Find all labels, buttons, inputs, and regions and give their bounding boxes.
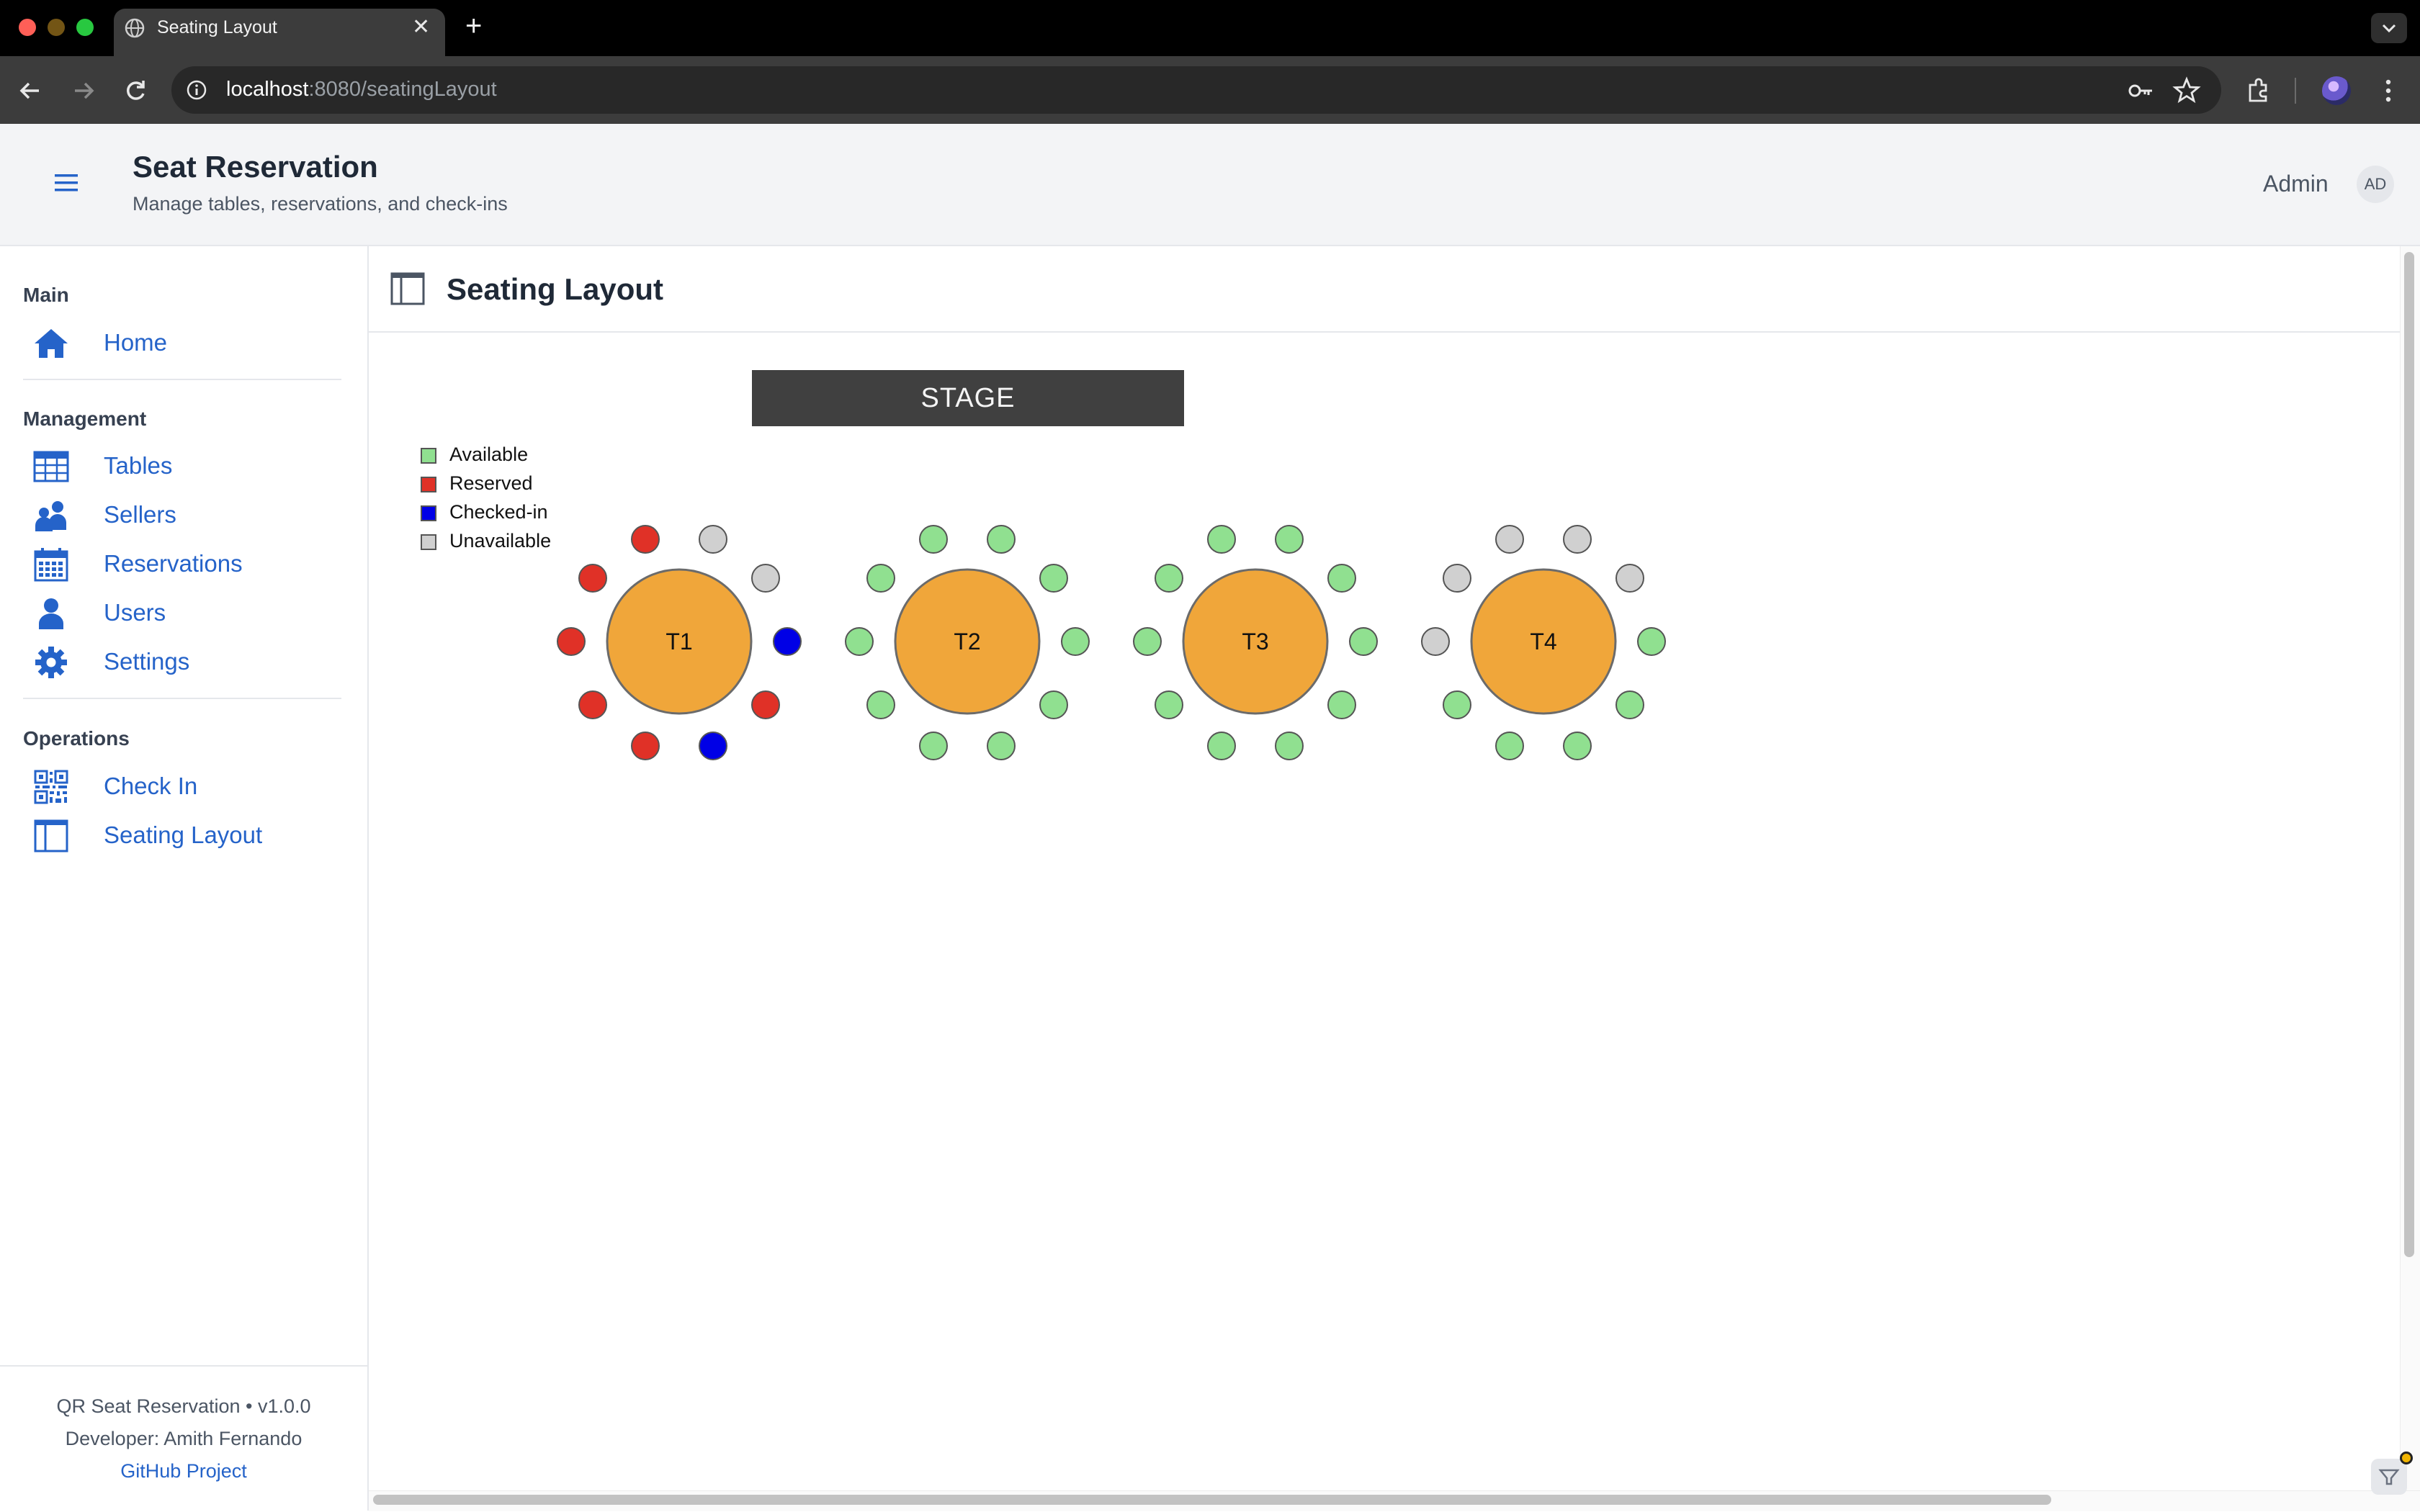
seat-available[interactable] <box>1637 627 1666 656</box>
seat-available[interactable] <box>919 732 948 760</box>
seat-unavailable[interactable] <box>699 525 727 554</box>
table-t3: T3 <box>1133 525 1378 760</box>
seat-reserved[interactable] <box>578 690 607 719</box>
seat-available[interactable] <box>1061 627 1090 656</box>
seat-available[interactable] <box>1155 690 1183 719</box>
seat-available[interactable] <box>1207 525 1236 554</box>
horizontal-scrollbar-thumb[interactable] <box>373 1495 2051 1505</box>
seat-unavailable[interactable] <box>1563 525 1592 554</box>
seat-available[interactable] <box>1275 732 1304 760</box>
table-t1: T1 <box>557 525 802 760</box>
table-label: T4 <box>1530 629 1556 654</box>
seat-available[interactable] <box>1133 627 1162 656</box>
seat-available[interactable] <box>866 690 895 719</box>
seat-available[interactable] <box>1327 564 1356 593</box>
seat-available[interactable] <box>1207 732 1236 760</box>
seat-reserved[interactable] <box>557 627 586 656</box>
seat-available[interactable] <box>845 627 874 656</box>
seat-unavailable[interactable] <box>1421 627 1450 656</box>
seating-layout-canvas: T1 T2 T3 T4 <box>557 525 1666 760</box>
table-label: T1 <box>666 629 692 654</box>
notification-dot <box>2400 1452 2413 1464</box>
seat-checked-in[interactable] <box>773 627 802 656</box>
seat-available[interactable] <box>1495 732 1524 760</box>
seat-available[interactable] <box>1615 690 1644 719</box>
filter-icon <box>2378 1469 2400 1485</box>
seat-available[interactable] <box>1349 627 1378 656</box>
seat-available[interactable] <box>919 525 948 554</box>
vertical-scrollbar-thumb[interactable] <box>2404 252 2414 1257</box>
table-label: T3 <box>1242 629 1268 654</box>
seat-reserved[interactable] <box>751 690 780 719</box>
seat-unavailable[interactable] <box>751 564 780 593</box>
seat-available[interactable] <box>866 564 895 593</box>
seat-unavailable[interactable] <box>1443 564 1471 593</box>
seat-available[interactable] <box>987 732 1016 760</box>
feedback-button[interactable] <box>2371 1459 2407 1495</box>
seat-checked-in[interactable] <box>699 732 727 760</box>
seat-reserved[interactable] <box>631 525 660 554</box>
seat-available[interactable] <box>1563 732 1592 760</box>
table-label: T2 <box>954 629 980 654</box>
seat-reserved[interactable] <box>578 564 607 593</box>
seat-available[interactable] <box>1155 564 1183 593</box>
seat-available[interactable] <box>1039 564 1068 593</box>
seat-available[interactable] <box>987 525 1016 554</box>
seat-available[interactable] <box>1275 525 1304 554</box>
seat-available[interactable] <box>1443 690 1471 719</box>
table-t4: T4 <box>1421 525 1666 760</box>
seat-available[interactable] <box>1327 690 1356 719</box>
seat-reserved[interactable] <box>631 732 660 760</box>
table-t2: T2 <box>845 525 1090 760</box>
seat-available[interactable] <box>1039 690 1068 719</box>
seat-unavailable[interactable] <box>1495 525 1524 554</box>
seat-unavailable[interactable] <box>1615 564 1644 593</box>
